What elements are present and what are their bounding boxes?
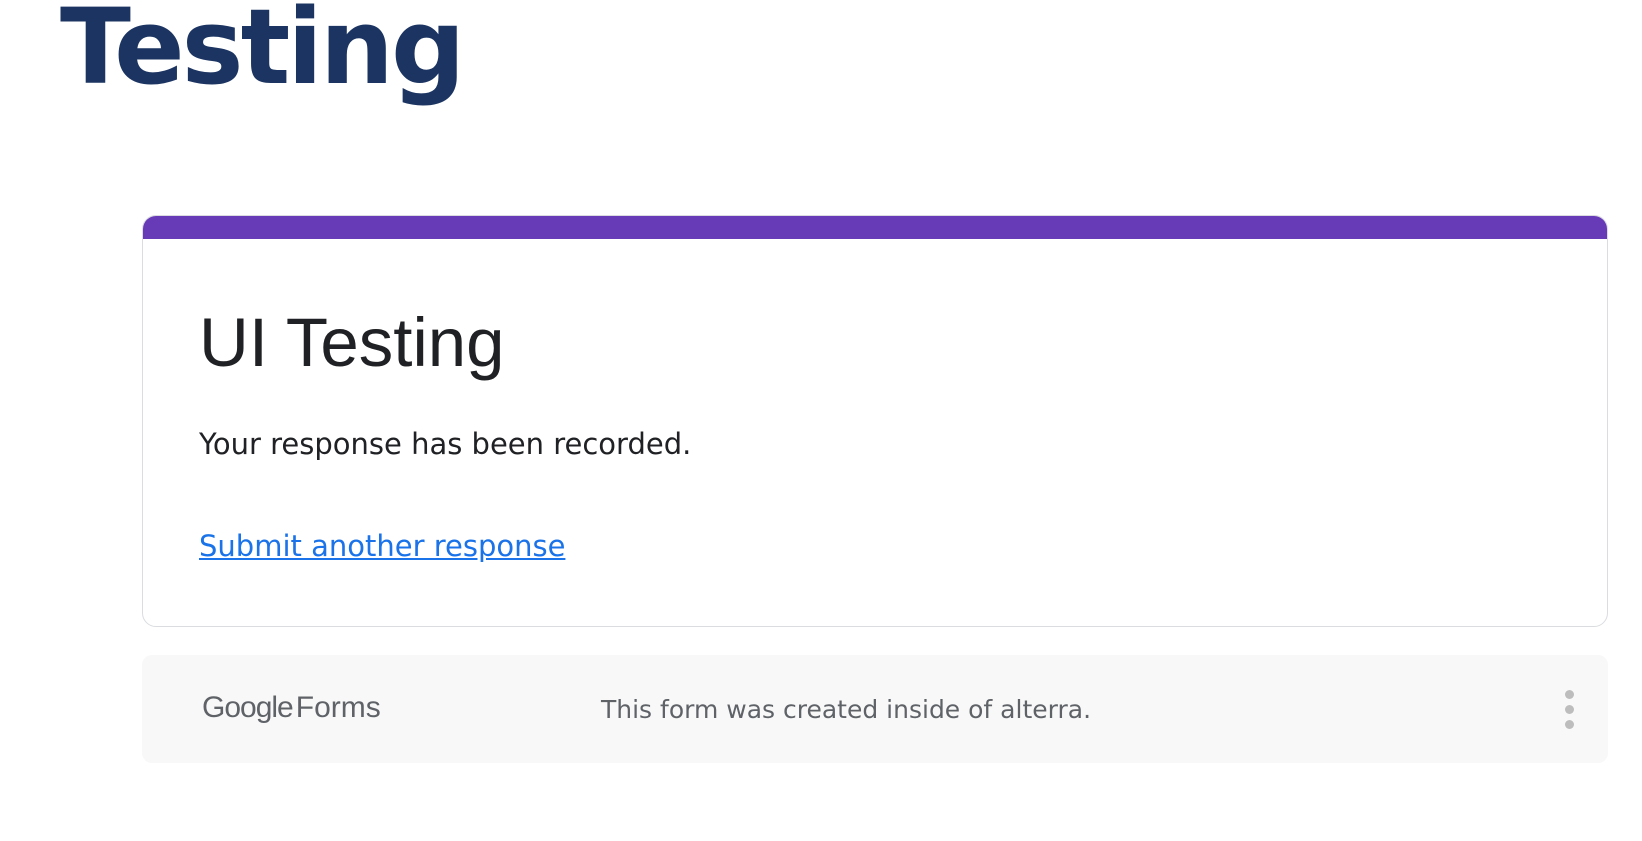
confirmation-message: Your response has been recorded. (199, 427, 692, 461)
card-accent-bar (143, 216, 1607, 239)
footer-bar: Google Forms This form was created inside… (142, 655, 1608, 763)
footer-note: This form was created inside of alterra. (601, 695, 1092, 724)
logo-google-text: Google (202, 691, 294, 724)
menu-dot (1564, 704, 1574, 714)
google-forms-logo[interactable]: Google Forms (202, 691, 381, 725)
menu-dot (1564, 689, 1574, 699)
menu-dot (1564, 719, 1574, 729)
submit-another-response-link[interactable]: Submit another response (199, 529, 565, 563)
form-title: UI Testing (199, 304, 505, 381)
page: Testing UI Testing Your response has bee… (0, 0, 1642, 841)
logo-forms-text: Forms (295, 691, 381, 724)
site-title: Testing (60, 0, 465, 108)
form-card: UI Testing Your response has been record… (142, 215, 1608, 627)
more-vert-icon[interactable] (1547, 685, 1591, 733)
